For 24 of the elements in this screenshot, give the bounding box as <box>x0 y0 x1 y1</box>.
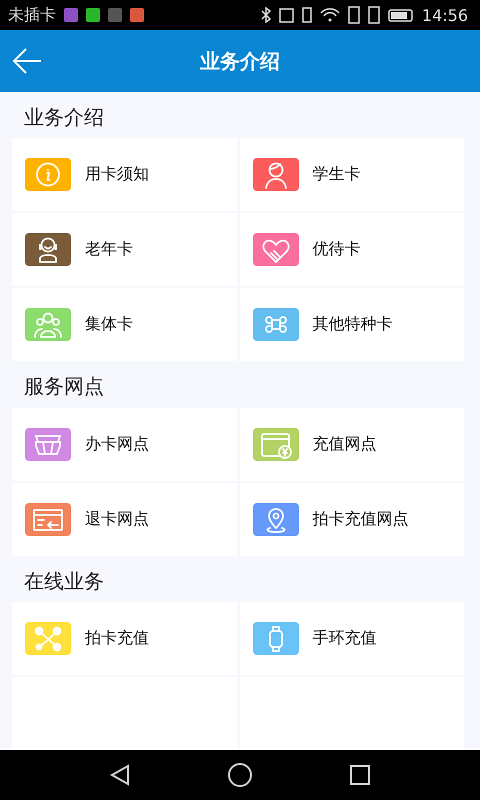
section-title: 业务介绍 <box>24 104 104 131</box>
recents-icon[interactable] <box>348 763 372 787</box>
bluetooth-icon <box>260 7 271 23</box>
clock-text: 14:56 <box>422 6 468 24</box>
menu-tile[interactable]: 拍卡充值网点 <box>240 482 464 556</box>
section-title: 服务网点 <box>24 373 104 400</box>
menu-tile[interactable]: 办卡网点 <box>12 408 236 481</box>
menu-tile[interactable]: 优待卡 <box>240 213 464 286</box>
back-icon[interactable] <box>108 763 132 787</box>
menu-tile[interactable]: 集体卡 <box>12 288 236 362</box>
battery-icon <box>388 8 414 22</box>
menu-tile[interactable]: 其他特种卡 <box>240 288 464 362</box>
menu-tile[interactable]: 用卡须知 <box>12 138 236 212</box>
home-icon[interactable] <box>226 762 253 788</box>
menu-tile[interactable]: 拍卡充值 <box>12 602 236 675</box>
menu-tile[interactable]: 老年卡 <box>12 213 236 286</box>
carrier-text: 未插卡 <box>8 4 56 26</box>
section-title: 在线业务 <box>24 568 104 595</box>
page-title: 业务介绍 <box>200 48 280 74</box>
menu-tile[interactable]: 退卡网点 <box>12 482 236 556</box>
menu-tile[interactable]: 充值网点 <box>240 408 464 481</box>
wifi-icon <box>320 7 340 23</box>
menu-tile[interactable]: 学生卡 <box>240 138 464 212</box>
menu-tile[interactable]: 手环充值 <box>240 602 464 675</box>
